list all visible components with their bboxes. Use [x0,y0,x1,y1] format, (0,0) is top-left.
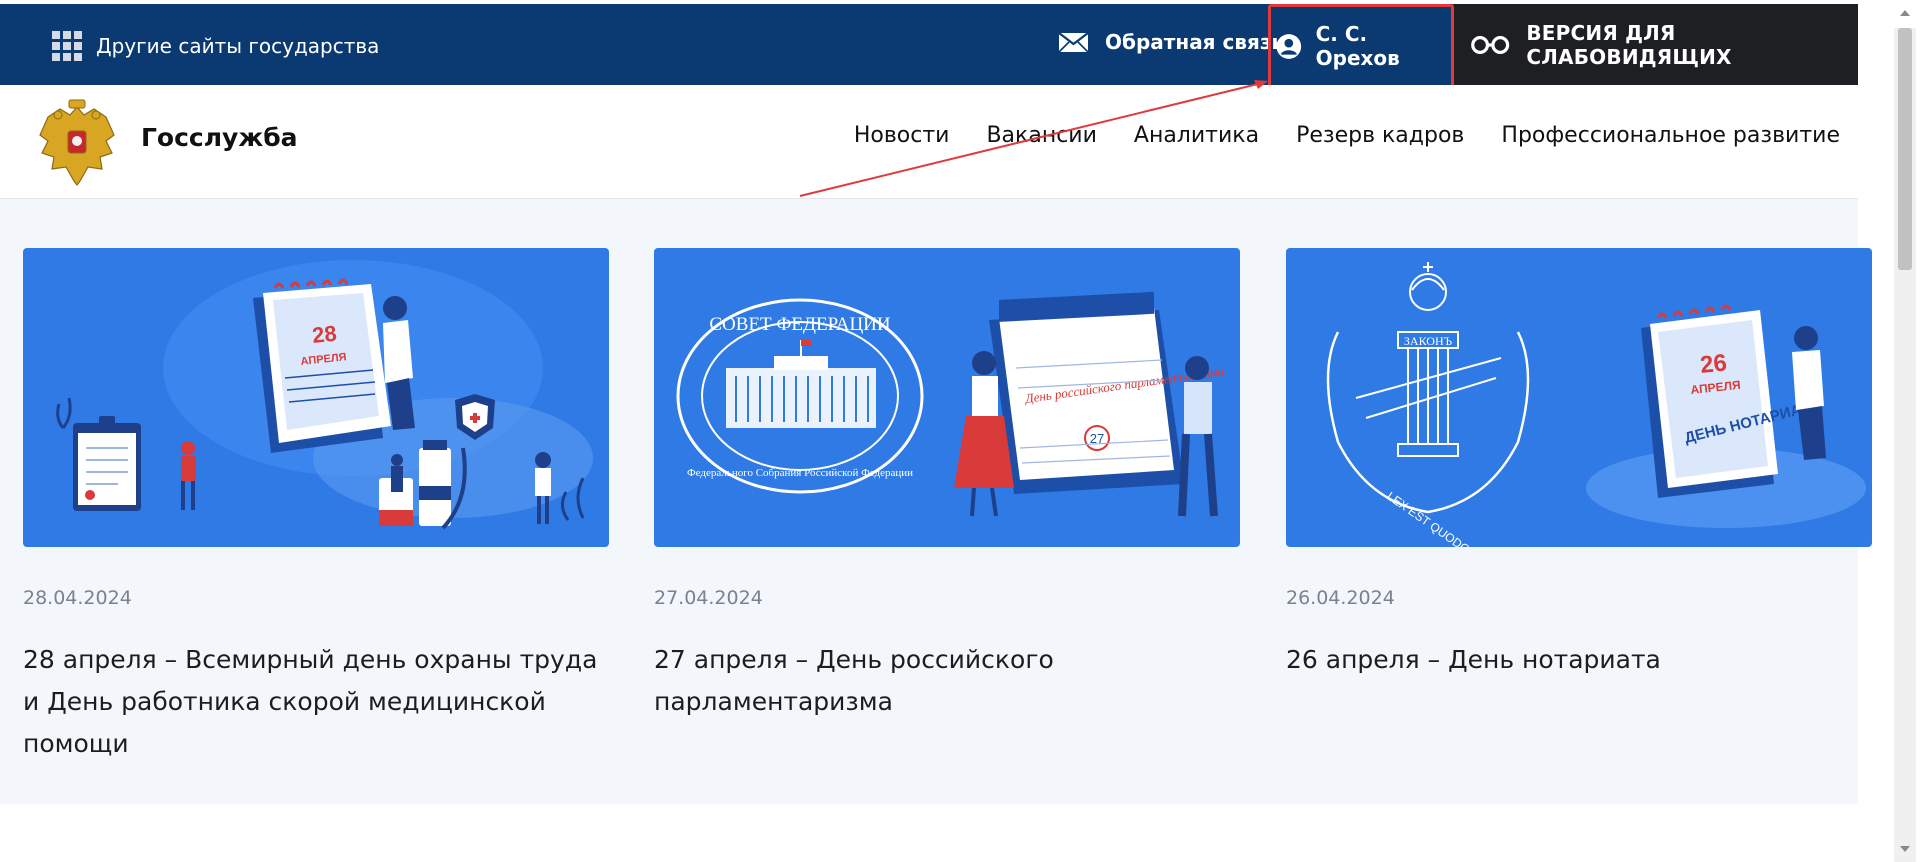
user-avatar-icon [1276,33,1302,59]
glasses-icon [1471,35,1510,54]
svg-text:Федерального Собрания Российск: Федерального Собрания Российской Федерац… [687,467,913,479]
nav-item-news[interactable]: Новости [854,123,950,148]
other-sites-link[interactable]: Другие сайты государства [52,31,379,61]
scroll-up-arrow-icon[interactable] [1898,0,1912,24]
coat-of-arms-logo[interactable] [36,97,118,187]
news-card-date: 27.04.2024 [654,587,763,609]
news-card-title[interactable]: 27 апреля – День российского парламентар… [654,639,1240,723]
feedback-link[interactable]: Обратная связь [1058,30,1284,54]
apps-grid-icon [52,31,82,61]
svg-text:28: 28 [311,321,338,348]
news-card-image[interactable]: 28 АПРЕЛЯ [23,248,609,547]
envelope-icon [1058,31,1089,53]
low-vision-version-button[interactable]: ВЕРСИЯ ДЛЯ СЛАБОВИДЯЩИХ [1454,4,1858,85]
parliamentarism-illustration: СОВЕТ ФЕДЕРАЦИИ Федерального Собрания Ро… [676,291,1225,517]
news-card-image[interactable]: СОВЕТ ФЕДЕРАЦИИ Федерального Собрания Ро… [654,248,1240,547]
svg-text:СОВЕТ ФЕДЕРАЦИИ: СОВЕТ ФЕДЕРАЦИИ [709,314,891,335]
nav-item-professional-development[interactable]: Профессиональное развитие [1501,123,1840,148]
news-card-title[interactable]: 26 апреля – День нотариата [1286,639,1872,681]
svg-text:ЗАКОНЪ: ЗАКОНЪ [1404,334,1453,348]
news-card-image[interactable]: ЗАКОНЪ LEX EST QUODCUMQUE NOTAMUS 26 АПР… [1286,248,1872,547]
scrollbar-thumb[interactable] [1898,28,1912,270]
nav-item-analytics[interactable]: Аналитика [1134,123,1259,148]
vertical-scrollbar[interactable] [1894,28,1916,862]
labor-safety-illustration: 28 АПРЕЛЯ [56,260,593,530]
feedback-label: Обратная связь [1105,30,1285,54]
user-profile-button[interactable]: С. С. Орехов [1268,4,1454,88]
nav-item-personnel-reserve[interactable]: Резерв кадров [1296,123,1464,148]
scroll-down-arrow-icon[interactable] [1898,838,1912,862]
other-sites-label: Другие сайты государства [96,34,380,58]
top-bar: Другие сайты государства Обратная связь … [0,4,1858,88]
svg-text:LEX EST QUODCUMQUE NOTAMUS: LEX EST QUODCUMQUE NOTAMUS [1384,489,1559,547]
news-card[interactable]: 28 АПРЕЛЯ 28.04.2024 28 апреля – Всемирн… [23,248,609,765]
news-card-date: 28.04.2024 [23,587,132,609]
news-card-date: 26.04.2024 [1286,587,1395,609]
site-header: Госслужба Новости Вакансии Аналитика Рез… [0,85,1858,199]
low-vision-label: ВЕРСИЯ ДЛЯ СЛАБОВИДЯЩИХ [1526,20,1732,69]
page-bottom [0,804,1858,862]
user-name-label: С. С. Орехов [1315,22,1400,70]
svg-text:26: 26 [1699,349,1728,379]
news-section: 28 АПРЕЛЯ 28.04.2024 28 апреля – Всемирн… [0,199,1872,804]
site-name[interactable]: Госслужба [141,123,298,152]
main-nav: Новости Вакансии Аналитика Резерв кадров… [854,123,1840,148]
news-card[interactable]: СОВЕТ ФЕДЕРАЦИИ Федерального Собрания Ро… [654,248,1240,723]
notary-day-illustration: ЗАКОНЪ LEX EST QUODCUMQUE NOTAMUS 26 АПР… [1326,262,1866,547]
news-card-title[interactable]: 28 апреля – Всемирный день охраны труда … [23,639,609,765]
nav-item-vacancies[interactable]: Вакансии [986,123,1096,148]
news-card[interactable]: ЗАКОНЪ LEX EST QUODCUMQUE NOTAMUS 26 АПР… [1286,248,1872,681]
